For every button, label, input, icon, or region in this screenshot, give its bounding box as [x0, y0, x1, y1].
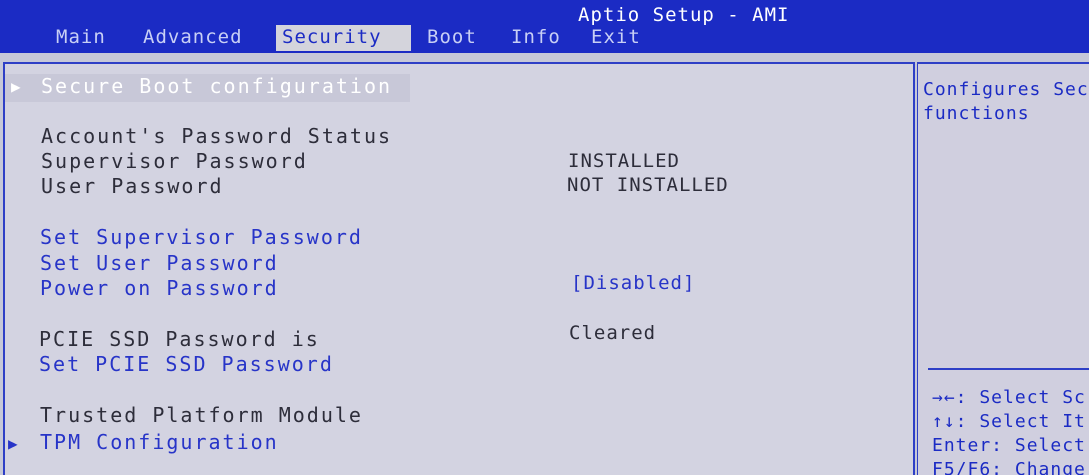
app-title: Aptio Setup - AMI	[578, 4, 790, 26]
key-hint-screen: →←: Select Sc	[932, 387, 1086, 408]
supervisor-password-label: Supervisor Password	[41, 149, 308, 173]
key-hint-enter: Enter: Select	[932, 435, 1086, 456]
help-panel: Configures Sec functions →←: Select Sc ↑…	[917, 62, 1089, 475]
submenu-arrow-icon: ▶	[8, 434, 18, 453]
set-user-password-item[interactable]: Set User Password	[40, 251, 279, 275]
pcie-ssd-password-status: Cleared	[569, 322, 657, 344]
supervisor-password-status: INSTALLED	[568, 150, 680, 172]
power-on-password-item[interactable]: Power on Password	[40, 276, 279, 300]
help-divider	[928, 368, 1089, 370]
tab-boot[interactable]: Boot	[421, 25, 483, 51]
header-bar: Aptio Setup - AMI Main Advanced Security…	[0, 0, 1089, 53]
key-legend: →←: Select Sc ↑↓: Select It Enter: Selec…	[932, 386, 1086, 475]
key-hint-item: ↑↓: Select It	[932, 411, 1086, 432]
set-pcie-ssd-password-item[interactable]: Set PCIE SSD Password	[39, 352, 334, 376]
user-password-status: NOT INSTALLED	[567, 174, 729, 196]
pcie-ssd-password-status-label: PCIE SSD Password is	[39, 327, 320, 351]
account-password-status-heading: Account's Password Status	[41, 124, 393, 148]
trusted-platform-module-heading: Trusted Platform Module	[40, 403, 363, 427]
tab-exit[interactable]: Exit	[585, 25, 647, 51]
tab-security[interactable]: Security	[276, 25, 411, 51]
help-text: Configures Sec functions	[923, 78, 1089, 126]
tab-advanced[interactable]: Advanced	[137, 25, 249, 51]
power-on-password-value[interactable]: [Disabled]	[571, 272, 695, 294]
secure-boot-configuration-item[interactable]: Secure Boot configuration	[41, 74, 392, 98]
tpm-configuration-item[interactable]: TPM Configuration	[40, 430, 279, 454]
user-password-label: User Password	[41, 174, 224, 198]
set-supervisor-password-item[interactable]: Set Supervisor Password	[40, 225, 363, 249]
tab-main[interactable]: Main	[50, 25, 112, 51]
submenu-arrow-icon: ▶	[11, 77, 21, 96]
settings-panel: ▶ Secure Boot configuration Account's Pa…	[3, 62, 915, 475]
help-line: functions	[923, 103, 1030, 124]
key-hint-change: F5/F6: Change	[932, 459, 1086, 475]
help-line: Configures Sec	[923, 79, 1089, 100]
tab-info[interactable]: Info	[505, 25, 567, 51]
